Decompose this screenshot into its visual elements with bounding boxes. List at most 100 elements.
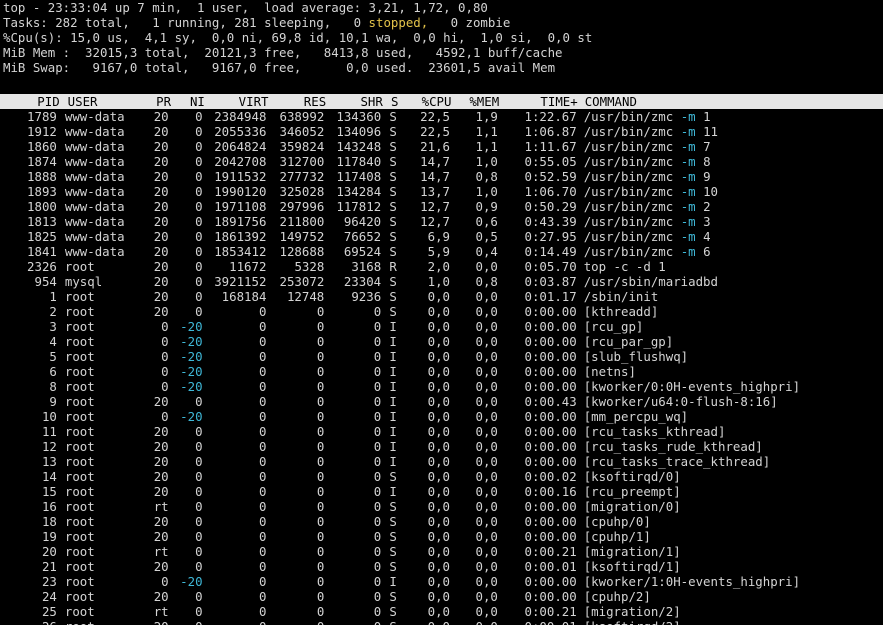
cell-cpu: 0,0: [427, 544, 450, 559]
cell-cpu: 5,9: [427, 244, 450, 259]
col-shr[interactable]: SHR: [326, 94, 382, 109]
process-row[interactable]: 24 root 20 0 0 0 0 S 0,0 0,0 0:00.00 [cpuhp/2]: [0, 589, 883, 604]
process-row[interactable]: 1893 www-data 20 0 1990120 325028 134284 S 13,7 1…: [0, 184, 883, 199]
process-row[interactable]: 2 root 20 0 0 0 0 S 0,0 0,0 0:00.00 [kthreadd]: [0, 304, 883, 319]
process-row[interactable]: 4 root 0 -20 0 0 0 I 0,0 0,0 0:00.00 [rcu_par_gp]: [0, 334, 883, 349]
col-command[interactable]: COMMAND: [578, 94, 883, 109]
cell-virt: 2064824: [214, 139, 267, 154]
cell-virt: 0: [258, 379, 267, 394]
cell-user: www-data: [64, 109, 125, 124]
col-cpu[interactable]: %CPU: [404, 94, 452, 109]
process-row[interactable]: 1912 www-data 20 0 2055336 346052 134096 S 22,5 1…: [0, 124, 883, 139]
cell-shr: 0: [324, 619, 381, 625]
col-pid[interactable]: PID: [3, 94, 59, 109]
cell-s: S: [389, 289, 397, 304]
cell-mem: 0,0: [475, 454, 498, 469]
cell-time: 0:00.00: [524, 349, 577, 364]
process-row[interactable]: 1888 www-data 20 0 1911532 277732 117408 S 14,7 0…: [0, 169, 883, 184]
process-row[interactable]: 1 root 20 0 168184 12748 9236 S 0,0 0,0 0:01.17/sb…: [0, 289, 883, 304]
command-path: [rcu_gp]: [583, 319, 644, 334]
cell-res: 359824: [279, 139, 325, 154]
cell-time: 0:52.59: [524, 169, 577, 184]
cell-res: 0: [316, 319, 325, 334]
col-s[interactable]: S: [383, 94, 404, 109]
process-row[interactable]: 23 root 0 -20 0 0 0 I 0,0 0,0 0:00.00 [kworker/1:0H…: [0, 574, 883, 589]
process-row[interactable]: 6 root 0 -20 0 0 0 I 0,0 0,0 0:00.00 [netns]: [0, 364, 883, 379]
cell-res: 325028: [279, 184, 325, 199]
process-row[interactable]: 20 root rt 0 0 0 0 S 0,0 0,0 0:00.21 [migration/1]: [0, 544, 883, 559]
cell-pid: 23: [41, 574, 57, 589]
cell-command: [slub_flushwq]: [577, 349, 883, 364]
cell-cpu: 0,0: [427, 319, 450, 334]
process-row[interactable]: 1813 www-data 20 0 1891756 211800 96420 S 12,7 0,…: [0, 214, 883, 229]
command-flag: -m: [680, 109, 696, 124]
process-row[interactable]: 25 root rt 0 0 0 0 S 0,0 0,0 0:00.21 [migration/2]: [0, 604, 883, 619]
process-row[interactable]: 1800 www-data 20 0 1971108 297996 117812 S 12,7 0…: [0, 199, 883, 214]
col-pr[interactable]: PR: [135, 94, 171, 109]
cell-command: top -c -d 1: [577, 259, 883, 274]
cell-cpu: 14,7: [420, 169, 450, 184]
cell-shr: 134096: [336, 124, 382, 139]
cell-pid: 3: [49, 319, 57, 334]
process-row[interactable]: 21 root 20 0 0 0 0 S 0,0 0,0 0:00.01 [ksoftirqd/1]: [0, 559, 883, 574]
process-row[interactable]: 18 root 20 0 0 0 0 S 0,0 0,0 0:00.00 [cpuhp/0]: [0, 514, 883, 529]
col-res[interactable]: RES: [269, 94, 326, 109]
command-path: /usr/bin/zmc: [583, 169, 674, 184]
cell-user: root: [64, 604, 95, 619]
process-row[interactable]: 8 root 0 -20 0 0 0 I 0,0 0,0 0:00.00 [kworker/0:0H-…: [0, 379, 883, 394]
command-flag: -m: [680, 124, 696, 139]
process-row[interactable]: 1825 www-data 20 0 1861392 149752 76652 S 6,9 0,5…: [0, 229, 883, 244]
command-path: /usr/bin/zmc: [583, 214, 674, 229]
process-row[interactable]: 14 root 20 0 0 0 0 S 0,0 0,0 0:00.02 [ksoftirqd/0]: [0, 469, 883, 484]
process-row[interactable]: 2326 root 20 0 11672 5328 3168 R 2,0 0,0 0:05.70 to…: [0, 259, 883, 274]
process-row[interactable]: 3 root 0 -20 0 0 0 I 0,0 0,0 0:00.00 [rcu_gp]: [0, 319, 883, 334]
cell-pid: 16: [41, 499, 57, 514]
cell-virt: 0: [258, 574, 267, 589]
cell-command: /usr/bin/zmc -m 6: [577, 244, 883, 259]
process-row[interactable]: 16 root rt 0 0 0 0 S 0,0 0,0 0:00.00 [migration/0]: [0, 499, 883, 514]
cell-time: 0:00.43: [524, 394, 577, 409]
cell-shr: 0: [373, 559, 382, 574]
command-flag: -m: [680, 139, 696, 154]
cell-ni: 0: [195, 244, 203, 259]
process-row[interactable]: 1874 www-data 20 0 2042708 312700 117840 S 14,7 1…: [0, 154, 883, 169]
process-row[interactable]: 1841 www-data 20 0 1853412 128688 69524 S 5,9 0,4…: [0, 244, 883, 259]
col-ni[interactable]: NI: [171, 94, 205, 109]
cell-pr: 20: [153, 139, 169, 154]
process-row[interactable]: 954 mysql 20 0 3921152 253072 23304 S 1,0 0,8 0:03…: [0, 274, 883, 289]
col-virt[interactable]: VIRT: [205, 94, 269, 109]
command-path: [rcu_par_gp]: [583, 334, 674, 349]
cell-shr: 0: [373, 394, 382, 409]
cell-time: 0:00.00: [524, 379, 577, 394]
command-arg: 9: [703, 169, 711, 184]
process-row[interactable]: 10 root 0 -20 0 0 0 I 0,0 0,0 0:00.00 [mm_percpu_wq…: [0, 409, 883, 424]
cell-s: I: [389, 379, 397, 394]
process-row[interactable]: 15 root 20 0 0 0 0 I 0,0 0,0 0:00.16 [rcu_preempt]: [0, 484, 883, 499]
cell-shr: 0: [373, 349, 382, 364]
process-row[interactable]: 1789 www-data 20 0 2384948 638992 134360 S 22,5 1…: [0, 109, 883, 124]
col-user[interactable]: USER: [60, 94, 136, 109]
cell-ni: 0: [195, 124, 203, 139]
process-row[interactable]: 9 root 20 0 0 0 0 I 0,0 0,0 0:00.43 [kworker/u64:0-…: [0, 394, 883, 409]
cell-ni: 0: [195, 544, 203, 559]
cell-time: 0:00.02: [524, 469, 577, 484]
terminal-window[interactable]: top - 23:33:04 up 7 min, 1 user, load av…: [0, 0, 883, 625]
cell-mem: 1,0: [475, 154, 498, 169]
process-row[interactable]: 19 root 20 0 0 0 0 S 0,0 0,0 0:00.00 [cpuhp/1]: [0, 529, 883, 544]
cell-pr: 0: [161, 409, 169, 424]
process-row[interactable]: 1860 www-data 20 0 2064824 359824 143248 S 21,6 1…: [0, 139, 883, 154]
cell-mem: 0,0: [475, 514, 498, 529]
cell-cpu: 0,0: [427, 604, 450, 619]
cell-virt: 0: [258, 559, 267, 574]
cell-user: root: [64, 349, 95, 364]
process-row[interactable]: 11 root 20 0 0 0 0 I 0,0 0,0 0:00.00 [rcu_tasks_kth…: [0, 424, 883, 439]
process-row[interactable]: 12 root 20 0 0 0 0 I 0,0 0,0 0:00.00 [rcu_tasks_rud…: [0, 439, 883, 454]
col-time[interactable]: TIME+: [499, 94, 577, 109]
process-row[interactable]: 26root200000S0,00,00:00.01[ksoftirqd/2]: [0, 619, 883, 625]
process-row[interactable]: 5 root 0 -20 0 0 0 I 0,0 0,0 0:00.00 [slub_flushwq]: [0, 349, 883, 364]
cell-virt: 0: [258, 484, 267, 499]
process-row[interactable]: 13 root 20 0 0 0 0 I 0,0 0,0 0:00.00 [rcu_tasks_tra…: [0, 454, 883, 469]
col-mem[interactable]: %MEM: [451, 94, 499, 109]
command-flag: -m: [680, 244, 696, 259]
cell-mem: 0,0: [475, 379, 498, 394]
